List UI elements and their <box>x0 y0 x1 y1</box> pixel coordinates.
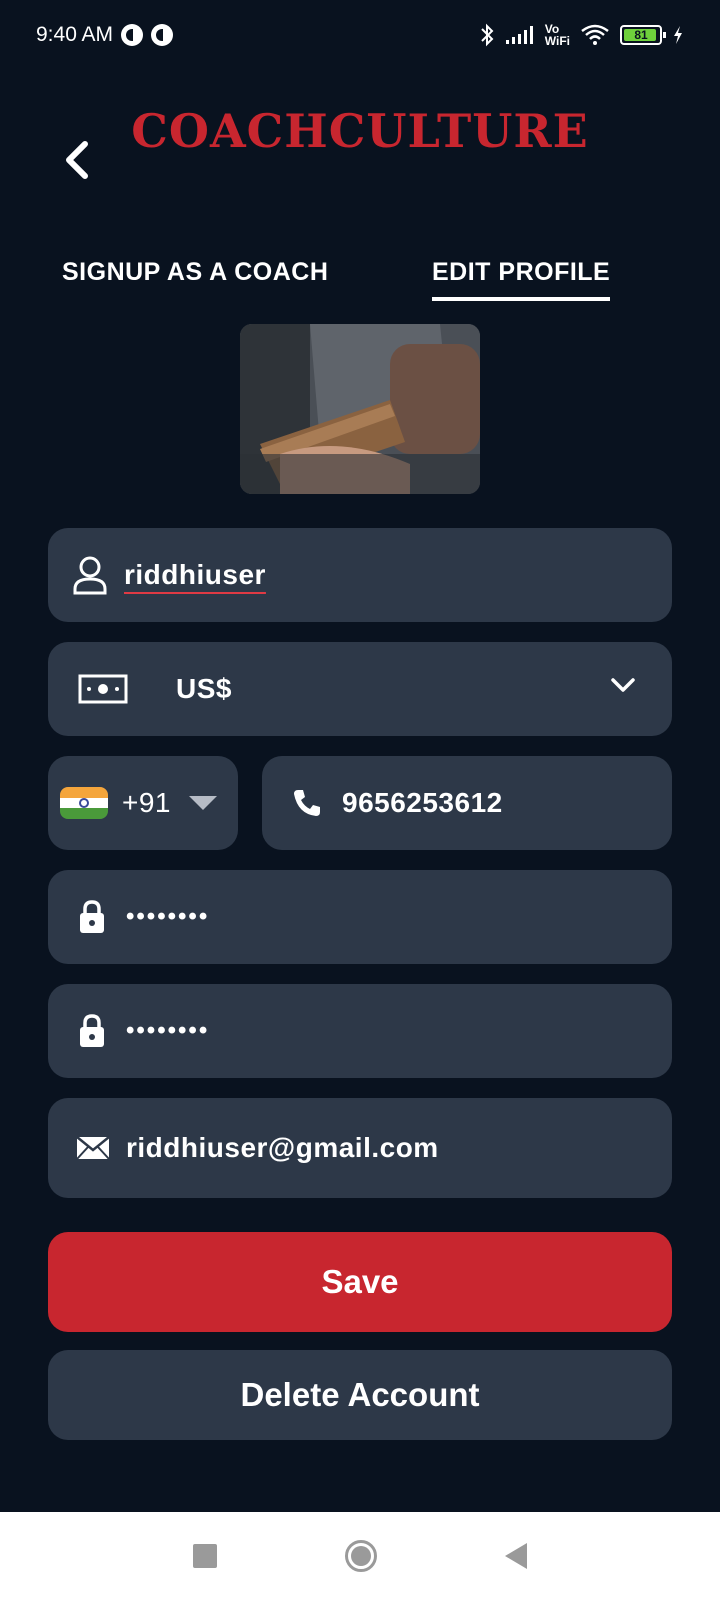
home-button[interactable] <box>345 1540 377 1572</box>
country-code-select[interactable]: +91 <box>48 756 238 850</box>
password-field[interactable]: •••••••• <box>48 870 672 964</box>
wifi-icon <box>581 24 609 45</box>
system-nav-bar <box>0 1512 720 1600</box>
tab-edit-profile[interactable]: EDIT PROFILE <box>432 258 611 301</box>
password-value[interactable]: •••••••• <box>126 903 209 931</box>
caret-down-icon <box>189 796 217 810</box>
status-left: 9:40 AM <box>36 23 174 47</box>
phone-value[interactable]: 9656253612 <box>342 787 503 819</box>
tab-bar: SIGNUP AS A COACH EDIT PROFILE <box>0 258 720 308</box>
currency-select[interactable]: US$ <box>48 642 672 736</box>
mail-icon <box>76 1136 110 1160</box>
bluetooth-icon <box>481 23 494 47</box>
email-value[interactable]: riddhiuser@gmail.com <box>126 1132 439 1164</box>
currency-value: US$ <box>176 673 232 704</box>
status-bar: 9:40 AM Vo WiFi 81 <box>0 0 720 70</box>
vowifi-label: Vo WiFi <box>545 23 570 47</box>
app-logo: COACHCULTURE <box>131 104 589 158</box>
notification-icon-2 <box>151 24 174 46</box>
money-icon <box>78 674 128 704</box>
coach-photo-illustration <box>240 324 480 494</box>
save-button[interactable]: Save <box>48 1232 672 1332</box>
battery-level: 81 <box>634 28 648 42</box>
phone-field[interactable]: 9656253612 <box>262 756 672 850</box>
status-right: Vo WiFi 81 <box>479 23 684 47</box>
notification-icon <box>121 24 144 46</box>
lock-icon <box>78 900 106 934</box>
country-code-value: +91 <box>122 787 171 818</box>
charging-icon <box>674 26 682 44</box>
chevron-down-icon[interactable] <box>610 676 636 699</box>
email-field[interactable]: riddhiuser@gmail.com <box>48 1098 672 1198</box>
phone-icon <box>292 788 322 818</box>
signal-icon <box>505 26 533 44</box>
lock-icon <box>78 1014 106 1048</box>
username-field[interactable]: riddhiuser <box>48 528 672 622</box>
india-flag-icon <box>60 787 108 819</box>
confirm-password-field[interactable]: •••••••• <box>48 984 672 1078</box>
battery-icon: 81 <box>620 25 666 45</box>
status-time: 9:40 AM <box>36 23 114 46</box>
user-icon <box>72 555 108 595</box>
vowifi-bottom: WiFi <box>544 34 570 48</box>
profile-photo[interactable] <box>240 324 480 494</box>
tab-signup-as-coach[interactable]: SIGNUP AS A COACH <box>62 258 328 297</box>
delete-account-button[interactable]: Delete Account <box>48 1350 672 1440</box>
recents-button[interactable] <box>193 1544 217 1568</box>
username-value[interactable]: riddhiuser <box>124 559 266 591</box>
confirm-password-value[interactable]: •••••••• <box>126 1017 209 1045</box>
back-nav-button[interactable] <box>505 1543 527 1569</box>
